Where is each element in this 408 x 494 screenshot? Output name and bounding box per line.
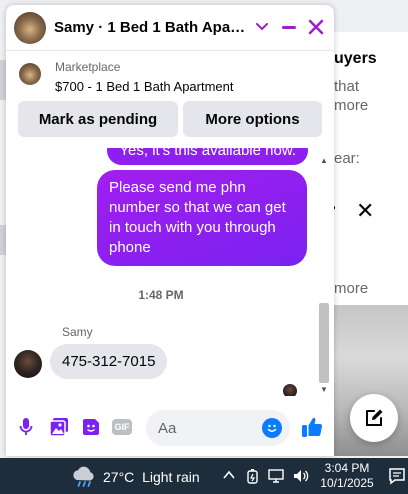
volume-icon[interactable] xyxy=(292,468,310,487)
minimize-icon xyxy=(282,25,296,29)
avatar[interactable] xyxy=(14,12,46,44)
system-clock[interactable]: 3:04 PM 10/1/2025 xyxy=(318,461,376,491)
background-heading: uyers xyxy=(334,50,377,67)
close-icon[interactable]: ✕ xyxy=(356,198,374,224)
close-icon xyxy=(308,19,324,35)
background-text: that xyxy=(334,78,360,95)
photo-icon[interactable] xyxy=(47,415,71,439)
scroll-down-arrow-icon[interactable]: ▼ xyxy=(320,385,328,394)
listing-thumbnail[interactable] xyxy=(19,63,41,85)
microphone-icon[interactable] xyxy=(14,415,38,439)
weather-condition: Light rain xyxy=(142,469,200,485)
background-text[interactable]: more xyxy=(334,97,368,114)
chat-window: Samy · 1 Bed 1 Bath Apartment Marketplac… xyxy=(6,5,334,456)
gif-icon: GIF xyxy=(112,419,132,435)
network-icon[interactable] xyxy=(268,468,286,487)
clock-time: 3:04 PM xyxy=(324,461,370,475)
message-timestamp: 1:48 PM xyxy=(138,288,184,302)
scrollbar-thumb[interactable] xyxy=(319,303,329,383)
minimize-button[interactable] xyxy=(277,15,301,39)
sticker-icon[interactable] xyxy=(79,415,103,439)
taskbar: 27°C Light rain 3:04 PM 10/1/2025 xyxy=(0,458,408,494)
listing-title[interactable]: $700 - 1 Bed 1 Bath Apartment xyxy=(55,79,234,94)
compose-icon xyxy=(366,409,383,426)
sender-name: Samy xyxy=(62,325,93,339)
marketplace-listing: Marketplace $700 - 1 Bed 1 Bath Apartmen… xyxy=(6,52,334,148)
weather-rain-icon[interactable] xyxy=(70,464,96,488)
close-chat-button[interactable] xyxy=(304,15,328,39)
clock-date: 10/1/2025 xyxy=(320,476,374,490)
gif-button[interactable]: GIF xyxy=(110,415,134,439)
chat-header[interactable]: Samy · 1 Bed 1 Bath Apartment xyxy=(6,5,334,51)
emoji-icon[interactable] xyxy=(262,418,282,438)
listing-source: Marketplace xyxy=(55,60,121,74)
temperature: 27°C xyxy=(103,469,135,485)
chat-title[interactable]: Samy · 1 Bed 1 Bath Apartment xyxy=(54,19,246,36)
battery-icon[interactable] xyxy=(246,468,260,487)
background-text: ear: xyxy=(334,150,360,167)
notification-icon[interactable] xyxy=(388,467,406,485)
message-list: Yes, it's this available now. Please sen… xyxy=(6,148,334,396)
mark-as-pending-button[interactable]: Mark as pending xyxy=(18,101,178,137)
outgoing-message[interactable]: Yes, it's this available now. xyxy=(107,148,308,165)
scrollbar[interactable]: ▲ ▼ xyxy=(317,153,331,397)
weather-readout[interactable]: 27°C Light rain xyxy=(103,469,200,485)
sender-avatar[interactable] xyxy=(14,350,42,378)
chevron-down-icon[interactable] xyxy=(250,15,274,39)
seen-indicator-avatar xyxy=(283,384,297,396)
outgoing-message[interactable]: Please send me phn number so that we can… xyxy=(97,170,307,266)
more-options-button[interactable]: More options xyxy=(183,101,322,137)
thumbs-up-icon[interactable] xyxy=(300,415,324,439)
see-more-link[interactable]: more xyxy=(334,280,368,297)
chevron-up-icon[interactable] xyxy=(222,468,236,485)
new-message-button[interactable] xyxy=(350,394,398,442)
message-composer: GIF xyxy=(6,405,334,451)
incoming-message[interactable]: 475-312-7015 xyxy=(50,344,168,379)
scroll-up-arrow-icon[interactable]: ▲ xyxy=(320,156,328,165)
